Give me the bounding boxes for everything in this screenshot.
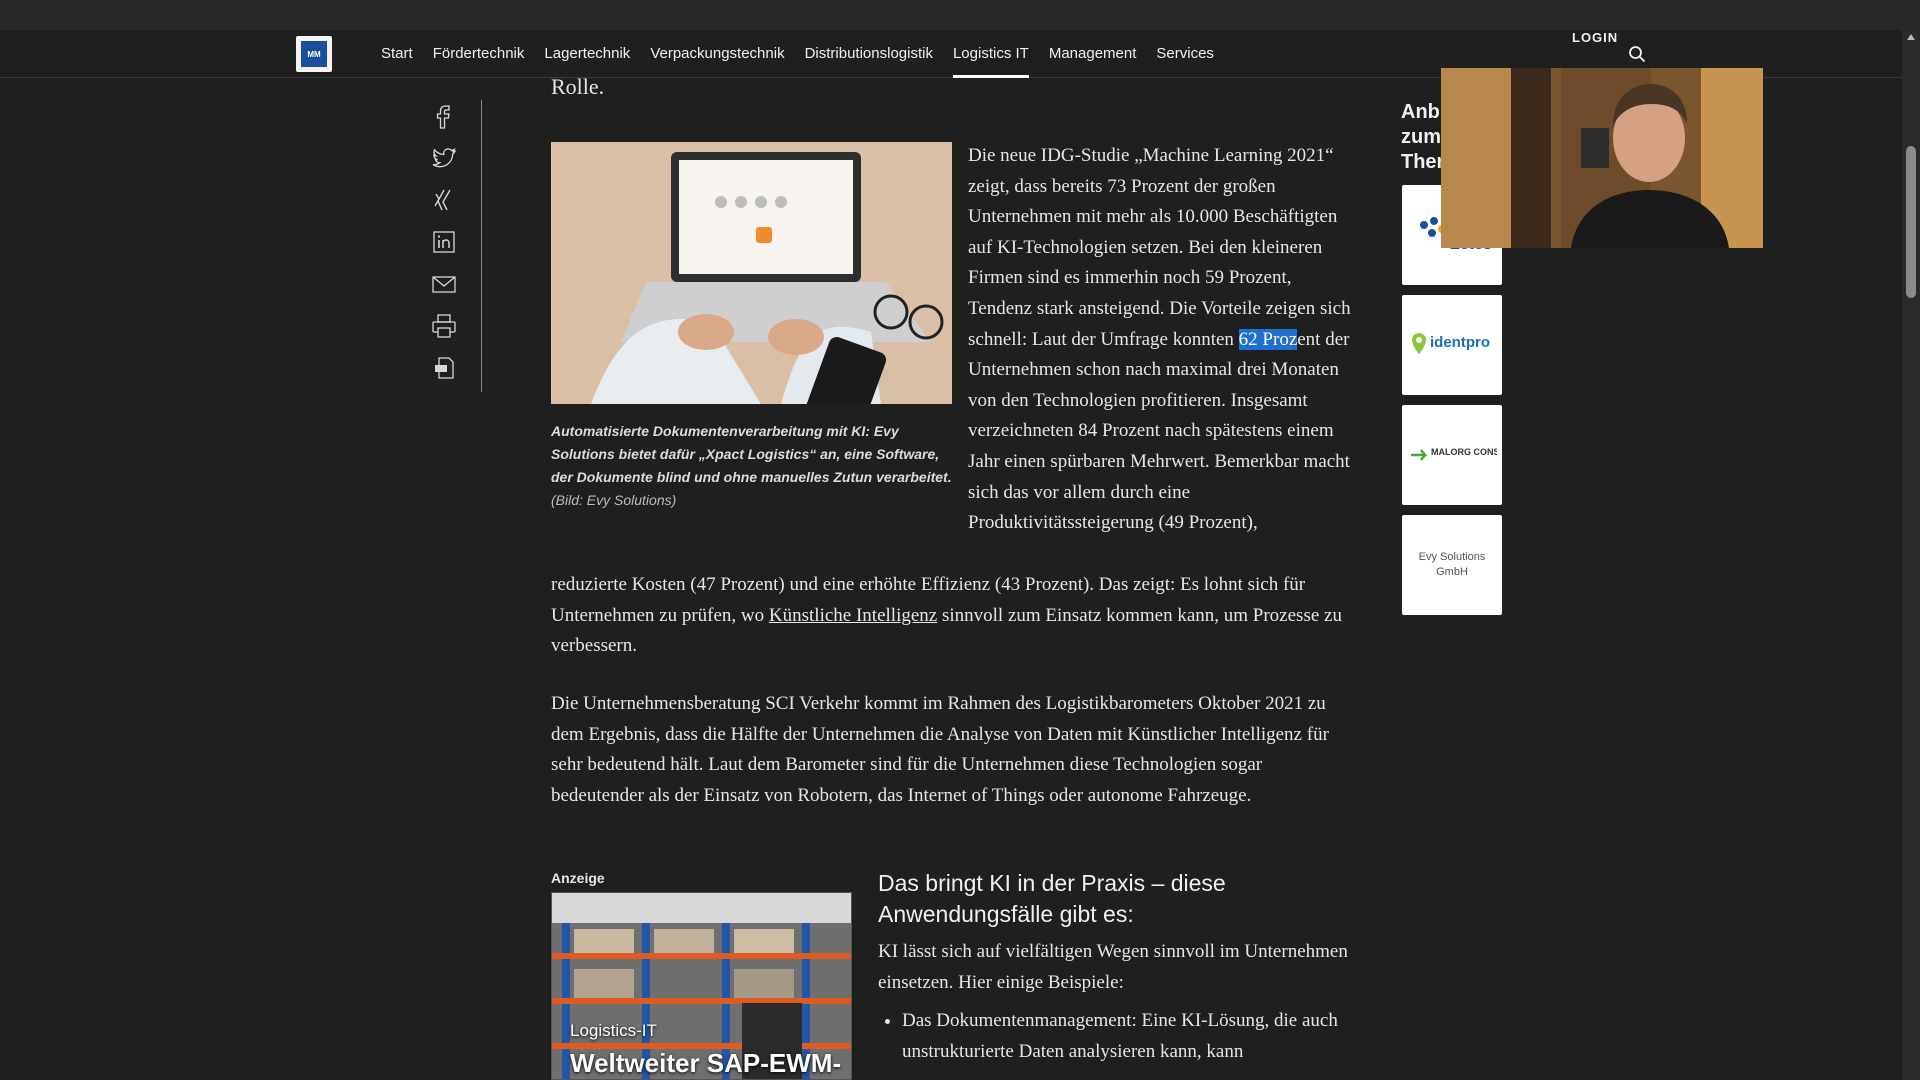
page-scrollbar[interactable] [1902, 30, 1920, 1080]
share-divider [481, 100, 482, 392]
scroll-up-arrow-icon[interactable] [1907, 34, 1915, 40]
vendor-logo-evy[interactable]: Evy Solutions GmbH [1402, 515, 1502, 615]
scroll-thumb[interactable] [1906, 146, 1916, 298]
xing-icon[interactable] [428, 184, 460, 216]
laptop-photo[interactable] [551, 142, 952, 404]
nav-item-logistics-it[interactable]: Logistics IT [943, 30, 1039, 78]
pdf-icon[interactable] [428, 352, 460, 384]
section-heading: Das bringt KI in der Praxis – diese Anwe… [878, 870, 1226, 927]
figure-caption: Automatisierte Dokumentenverarbeitung mi… [551, 423, 952, 485]
ad-label: Anzeige [551, 870, 605, 886]
figure-credit: (Bild: Evy Solutions) [551, 492, 677, 508]
vendor-name-malorg: MALORG CONSULTING [1431, 447, 1497, 457]
nav-item-foerdertechnik[interactable]: Fördertechnik [423, 30, 535, 78]
malorg-logo: MALORG CONSULTING [1411, 447, 1497, 461]
identpro-logo: identpro [1412, 333, 1490, 354]
vendor-logo-identpro[interactable]: identpro [1402, 295, 1502, 395]
nav-item-start[interactable]: Start [371, 30, 423, 78]
email-icon[interactable] [428, 268, 460, 300]
nav-item-services[interactable]: Services [1146, 30, 1224, 78]
ad-teaser[interactable]: Logistics-IT Weltweiter SAP-EWM- [551, 892, 852, 1080]
article-paragraph-1-continued: reduzierte Kosten (47 Prozent) und eine … [551, 570, 1351, 662]
ad-title[interactable]: Weltweiter SAP-EWM- [570, 1048, 841, 1079]
kuenstliche-intelligenz-link[interactable]: Künstliche Intelligenz [769, 605, 937, 626]
list-item: Das Dokumentenmanagement: Eine KI-Lösung… [902, 1006, 1352, 1067]
nav-items: Start Fördertechnik Lagertechnik Verpack… [371, 30, 1224, 78]
webcam-video [1441, 68, 1763, 248]
previous-paragraph-end: Rolle. [551, 74, 605, 99]
vendor-name-identpro: identpro [1430, 334, 1490, 351]
facebook-icon[interactable] [428, 100, 460, 132]
laptop-illustration [551, 142, 952, 404]
use-case-list: Das Dokumentenmanagement: Eine KI-Lösung… [902, 1006, 1352, 1067]
nav-item-lagertechnik[interactable]: Lagertechnik [534, 30, 640, 78]
paragraph-1-text-b: ent der Unternehmen schon nach maximal d… [968, 328, 1350, 534]
paragraph-1-text-a: Die neue IDG-Studie „Machine Learning 20… [968, 145, 1351, 350]
vendor-logo-malorg[interactable]: MALORG CONSULTING [1402, 405, 1502, 505]
print-icon[interactable] [428, 310, 460, 342]
article-paragraph-3: KI lässt sich auf vielfältigen Wegen sin… [878, 941, 1348, 993]
article-paragraph-2: Die Unternehmensberatung SCI Verkehr kom… [551, 693, 1329, 806]
twitter-icon[interactable] [428, 142, 460, 174]
site-logo-mark: MM [301, 41, 327, 67]
article-paragraph-1: Die neue IDG-Studie „Machine Learning 20… [968, 141, 1358, 539]
linkedin-icon[interactable] [428, 226, 460, 258]
nav-item-distributionslogistik[interactable]: Distributionslogistik [795, 30, 943, 78]
nav-item-management[interactable]: Management [1039, 30, 1147, 78]
site-logo[interactable]: MM [296, 36, 332, 72]
browser-top-strip [0, 0, 1920, 30]
search-icon[interactable] [1628, 45, 1646, 63]
article-figure: Automatisierte Dokumentenverarbeitung mi… [551, 142, 952, 512]
webcam-overlay [1441, 68, 1763, 248]
vendor-name-evy: Evy Solutions GmbH [1418, 551, 1486, 578]
selected-text-highlight[interactable]: 62 Proz [1238, 328, 1298, 350]
ad-kicker: Logistics-IT [570, 1021, 657, 1040]
nav-item-verpackungstechnik[interactable]: Verpackungstechnik [640, 30, 794, 78]
